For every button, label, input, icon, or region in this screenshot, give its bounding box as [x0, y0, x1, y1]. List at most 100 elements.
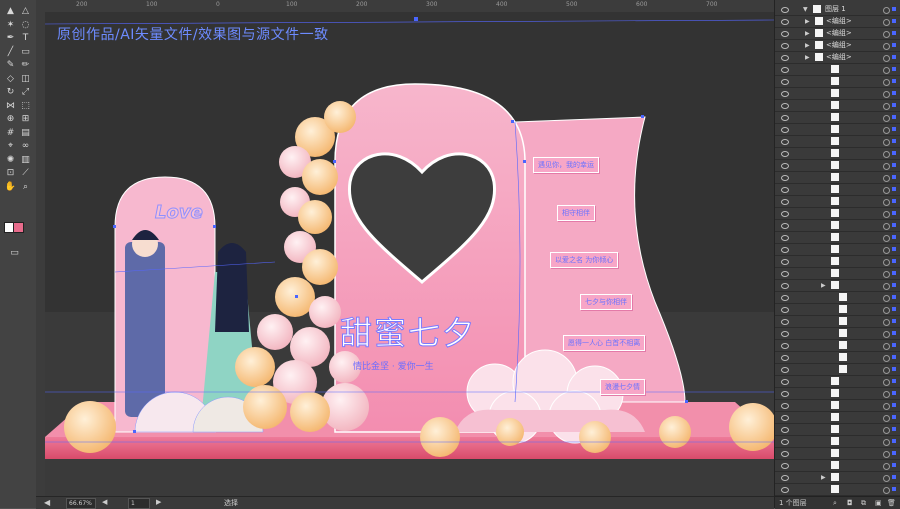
sublayer-row[interactable] — [775, 160, 900, 172]
visibility-eye-icon[interactable] — [781, 223, 789, 229]
sublayer-row[interactable]: ▶ <编组> — [775, 40, 900, 52]
target-icon[interactable] — [883, 79, 890, 86]
symbol-sprayer-tool-icon[interactable]: ✺ — [4, 155, 17, 166]
target-icon[interactable] — [883, 403, 890, 410]
target-icon[interactable] — [883, 295, 890, 302]
target-icon[interactable] — [883, 343, 890, 350]
hand-tool-icon[interactable]: ✋ — [4, 182, 17, 193]
sublayer-row[interactable] — [775, 460, 900, 472]
rotate-tool-icon[interactable]: ↻ — [4, 87, 17, 98]
sublayer-row[interactable] — [775, 328, 900, 340]
visibility-eye-icon[interactable] — [781, 91, 789, 97]
target-icon[interactable] — [883, 367, 890, 374]
target-icon[interactable] — [883, 115, 890, 122]
visibility-eye-icon[interactable] — [781, 67, 789, 73]
sublayer-row[interactable] — [775, 292, 900, 304]
sublayer-row[interactable] — [775, 244, 900, 256]
expand-arrow-icon[interactable]: ▶ — [805, 16, 810, 27]
sublayer-row[interactable] — [775, 376, 900, 388]
eraser-tool-icon[interactable]: ◫ — [19, 74, 32, 85]
visibility-eye-icon[interactable] — [781, 247, 789, 253]
target-icon[interactable] — [883, 139, 890, 146]
target-icon[interactable] — [883, 307, 890, 314]
visibility-eye-icon[interactable] — [781, 451, 789, 457]
visibility-eye-icon[interactable] — [781, 403, 789, 409]
target-icon[interactable] — [883, 199, 890, 206]
visibility-eye-icon[interactable] — [781, 43, 789, 49]
sublayer-row[interactable] — [775, 424, 900, 436]
visibility-eye-icon[interactable] — [781, 151, 789, 157]
artboard-number-field[interactable]: 1 — [128, 498, 150, 509]
target-icon[interactable] — [883, 19, 890, 26]
target-icon[interactable] — [883, 283, 890, 290]
target-icon[interactable] — [883, 55, 890, 62]
next-artboard-icon[interactable]: ▶ — [156, 498, 161, 506]
target-icon[interactable] — [883, 379, 890, 386]
pencil-tool-icon[interactable]: ✏ — [19, 60, 32, 71]
sublayer-row[interactable] — [775, 448, 900, 460]
scale-tool-icon[interactable]: ⤢ — [19, 87, 32, 98]
visibility-eye-icon[interactable] — [781, 355, 789, 361]
prev-artboard-icon[interactable]: ◀ — [102, 498, 107, 506]
new-sublayer-icon[interactable]: ⧉ — [861, 497, 866, 509]
column-graph-tool-icon[interactable]: ▥ — [19, 155, 32, 166]
expand-arrow-icon[interactable]: ▶ — [805, 40, 810, 51]
sublayer-row[interactable] — [775, 112, 900, 124]
sublayer-row[interactable] — [775, 352, 900, 364]
visibility-eye-icon[interactable] — [781, 367, 789, 373]
visibility-eye-icon[interactable] — [781, 343, 789, 349]
visibility-eye-icon[interactable] — [781, 31, 789, 37]
sublayer-row[interactable] — [775, 304, 900, 316]
visibility-eye-icon[interactable] — [781, 487, 789, 493]
direct-selection-tool-icon[interactable]: △ — [19, 6, 32, 17]
width-tool-icon[interactable]: ⋈ — [4, 101, 17, 112]
visibility-eye-icon[interactable] — [781, 55, 789, 61]
visibility-eye-icon[interactable] — [781, 7, 789, 13]
perspective-grid-tool-icon[interactable]: ⊞ — [19, 114, 32, 125]
visibility-eye-icon[interactable] — [781, 79, 789, 85]
sublayer-row[interactable]: ▶ — [775, 280, 900, 292]
visibility-eye-icon[interactable] — [781, 259, 789, 265]
sublayer-row[interactable] — [775, 148, 900, 160]
target-icon[interactable] — [883, 427, 890, 434]
expand-arrow-icon[interactable]: ▶ — [805, 52, 810, 63]
target-icon[interactable] — [883, 43, 890, 50]
sublayer-row[interactable] — [775, 364, 900, 376]
target-icon[interactable] — [883, 415, 890, 422]
make-clipping-mask-icon[interactable]: ◘ — [847, 497, 853, 509]
sublayer-row[interactable] — [775, 76, 900, 88]
visibility-eye-icon[interactable] — [781, 19, 789, 25]
target-icon[interactable] — [883, 7, 890, 14]
visibility-eye-icon[interactable] — [781, 475, 789, 481]
target-icon[interactable] — [883, 259, 890, 266]
sublayer-row[interactable] — [775, 316, 900, 328]
visibility-eye-icon[interactable] — [781, 139, 789, 145]
layer-row[interactable]: ▼ 图层 1 — [775, 4, 900, 16]
sublayer-row[interactable] — [775, 256, 900, 268]
rectangle-tool-icon[interactable]: ▭ — [19, 47, 32, 58]
visibility-eye-icon[interactable] — [781, 187, 789, 193]
visibility-eye-icon[interactable] — [781, 295, 789, 301]
visibility-eye-icon[interactable] — [781, 211, 789, 217]
visibility-eye-icon[interactable] — [781, 427, 789, 433]
expand-arrow-icon[interactable]: ▶ — [805, 28, 810, 39]
target-icon[interactable] — [883, 463, 890, 470]
visibility-eye-icon[interactable] — [781, 115, 789, 121]
sublayer-row[interactable] — [775, 196, 900, 208]
target-icon[interactable] — [883, 211, 890, 218]
visibility-eye-icon[interactable] — [781, 379, 789, 385]
visibility-eye-icon[interactable] — [781, 127, 789, 133]
artboard-nav-icon[interactable]: ◀ — [44, 498, 50, 507]
sublayer-row[interactable] — [775, 484, 900, 496]
sublayer-row[interactable] — [775, 172, 900, 184]
magic-wand-tool-icon[interactable]: ✶ — [4, 20, 17, 31]
zoom-tool-icon[interactable]: ⌕ — [19, 182, 32, 193]
target-icon[interactable] — [883, 319, 890, 326]
eyedropper-tool-icon[interactable]: ⌖ — [4, 141, 17, 152]
sublayer-row[interactable] — [775, 268, 900, 280]
target-icon[interactable] — [883, 127, 890, 134]
target-icon[interactable] — [883, 31, 890, 38]
sublayer-row[interactable]: ▶ <编组> — [775, 28, 900, 40]
sublayer-row[interactable] — [775, 436, 900, 448]
visibility-eye-icon[interactable] — [781, 175, 789, 181]
